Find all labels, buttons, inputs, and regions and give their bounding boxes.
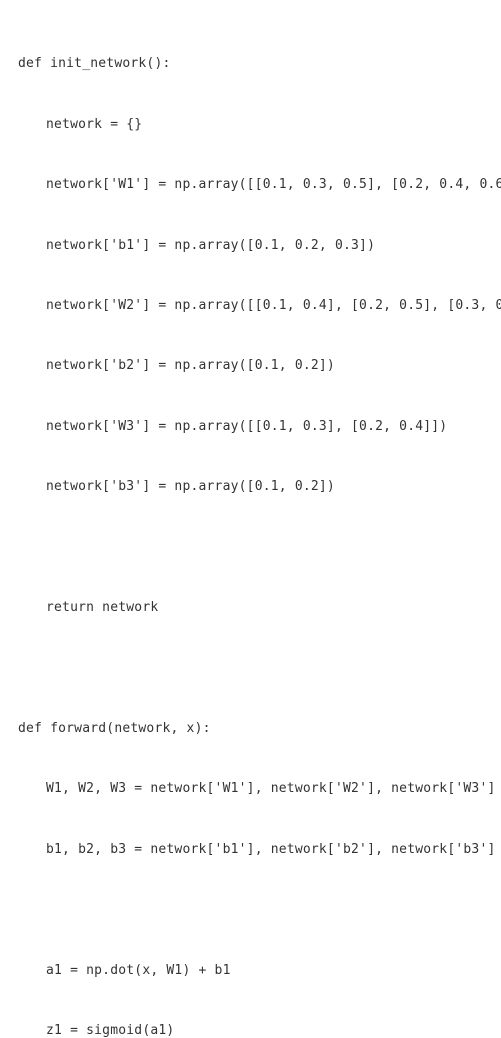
code-line: network['b3'] = np.array([0.1, 0.2]) bbox=[18, 477, 483, 497]
blank-line bbox=[18, 538, 483, 558]
code-line: W1, W2, W3 = network['W1'], network['W2'… bbox=[18, 779, 483, 799]
blank-line bbox=[18, 659, 483, 679]
code-block: def init_network(): network = {} network… bbox=[18, 14, 483, 1038]
code-line: network['W3'] = np.array([[0.1, 0.3], [0… bbox=[18, 417, 483, 437]
code-line: def forward(network, x): bbox=[18, 719, 483, 739]
blank-line bbox=[18, 900, 483, 920]
code-line: network = {} bbox=[18, 115, 483, 135]
code-line: network['b1'] = np.array([0.1, 0.2, 0.3]… bbox=[18, 236, 483, 256]
code-line: z1 = sigmoid(a1) bbox=[18, 1021, 483, 1038]
code-line: network['b2'] = np.array([0.1, 0.2]) bbox=[18, 356, 483, 376]
code-line: network['W1'] = np.array([[0.1, 0.3, 0.5… bbox=[18, 175, 483, 195]
code-line: network['W2'] = np.array([[0.1, 0.4], [0… bbox=[18, 296, 483, 316]
code-line: return network bbox=[18, 598, 483, 618]
code-line: a1 = np.dot(x, W1) + b1 bbox=[18, 961, 483, 981]
code-line: b1, b2, b3 = network['b1'], network['b2'… bbox=[18, 840, 483, 860]
code-line: def init_network(): bbox=[18, 54, 483, 74]
